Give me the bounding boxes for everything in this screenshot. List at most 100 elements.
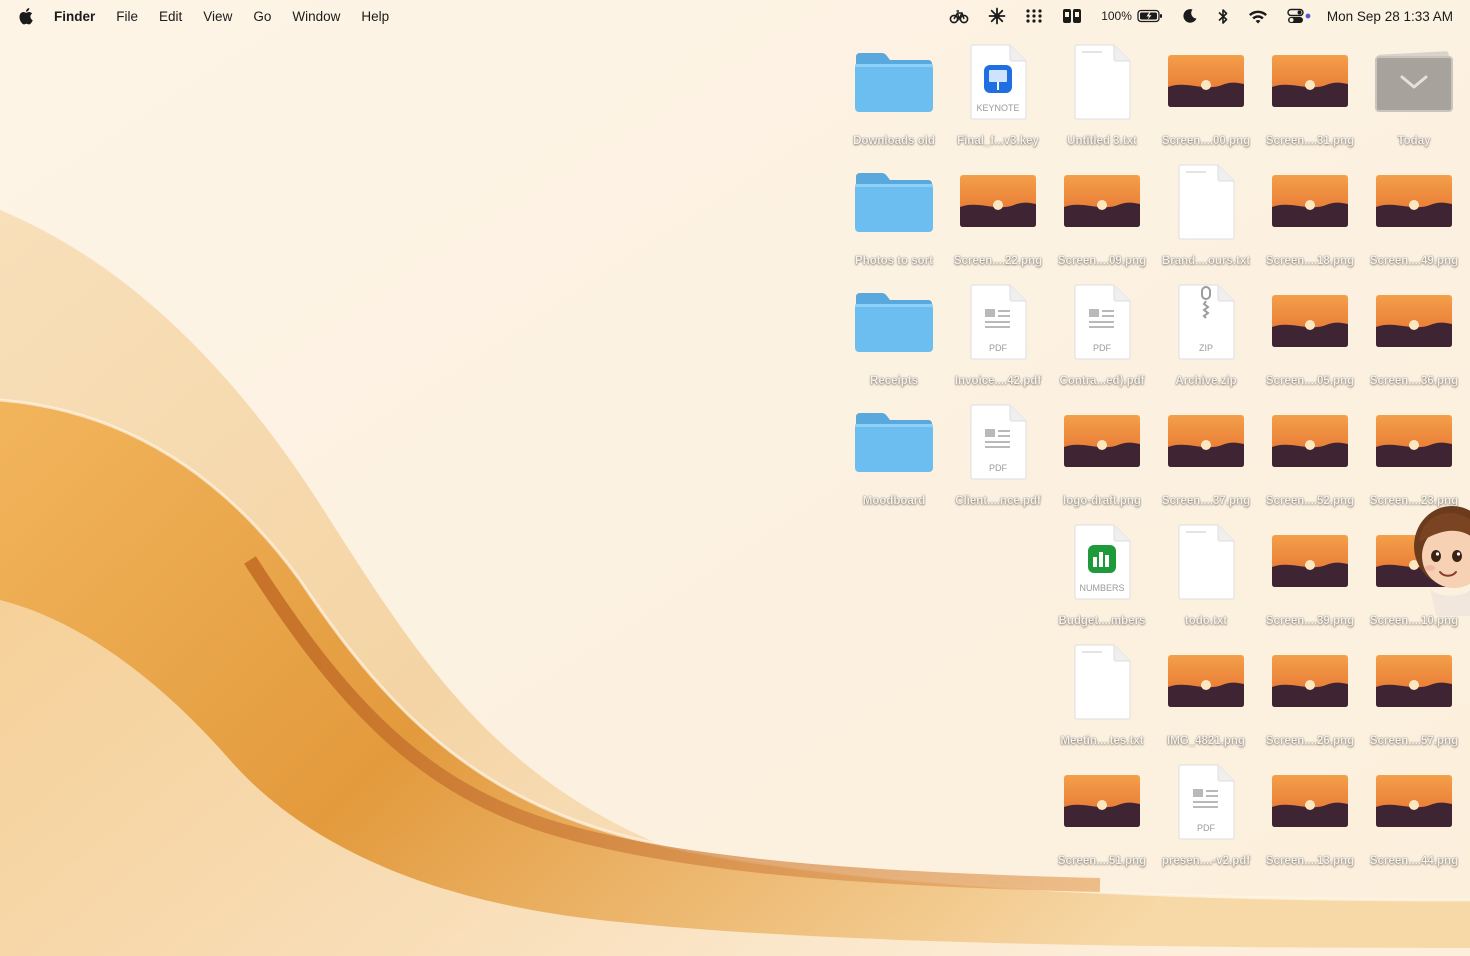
png-icon [1156,642,1256,722]
png-item[interactable]: Screen....49.png [1362,158,1466,278]
menu-help[interactable]: Help [361,9,389,24]
bluetooth-icon[interactable] [1217,8,1229,25]
item-label: Screen....13.png [1265,855,1355,867]
item-label: logo-draft.png [1063,495,1141,507]
item-label: Screen....36.png [1369,375,1459,387]
sparkle-icon[interactable] [988,7,1006,25]
png-item[interactable]: Screen....37.png [1154,398,1258,518]
txt-item[interactable]: Untitled 3.txt [1050,38,1154,158]
png-icon [1364,162,1464,242]
txt-item[interactable]: Brand....ours.txt [1154,158,1258,278]
txt-icon [1156,162,1256,242]
pdf-item[interactable]: PDF Contra...ed).pdf [1050,278,1154,398]
battery-charging-icon[interactable] [1137,9,1163,23]
menu-bar-clock[interactable]: Mon Sep 28 1:33 AM [1327,9,1453,24]
item-label: IMG_4821.png [1167,735,1245,747]
item-label: Final_f...v3.key [957,135,1039,147]
pdf-icon: PDF [1156,762,1256,842]
png-icon [1364,762,1464,842]
png-item[interactable]: Screen....13.png [1258,758,1362,878]
item-label: Today [1397,135,1431,147]
txt-item[interactable]: todo.txt [1154,518,1258,638]
svg-text:PDF: PDF [1197,823,1216,833]
folder-item[interactable]: Downloads old [842,38,946,158]
png-item[interactable]: Screen....44.png [1362,758,1466,878]
keynote-icon: KEYNOTE [948,42,1048,122]
png-item[interactable]: Screen....52.png [1258,398,1362,518]
control-center-icon[interactable] [1287,8,1311,24]
item-label: Invoice....42.pdf [954,375,1042,387]
png-icon [1260,162,1360,242]
folder-item[interactable]: Moodboard [842,398,946,518]
png-item[interactable]: Screen....26.png [1258,638,1362,758]
menu-window[interactable]: Window [292,9,340,24]
item-label: Budget....mbers [1058,615,1146,627]
window-tiling-icon[interactable] [1062,8,1082,24]
item-label: Photos to sort [855,255,933,267]
txt-item[interactable]: Meetin....tes.txt [1050,638,1154,758]
svg-text:PDF: PDF [989,463,1008,473]
item-label: Downloads old [853,135,935,147]
png-item[interactable]: Screen....18.png [1258,158,1362,278]
png-item[interactable]: Screen....22.png [946,158,1050,278]
item-label: Screen....57.png [1369,735,1459,747]
png-icon [1364,642,1464,722]
item-label: Screen....31.png [1265,135,1355,147]
grid-dots-icon[interactable] [1025,8,1043,24]
pdf-item[interactable]: PDF Client....nce.pdf [946,398,1050,518]
txt-icon [1052,42,1152,122]
svg-text:KEYNOTE: KEYNOTE [976,103,1019,113]
apple-menu-icon[interactable] [18,7,34,25]
folder-item[interactable]: Receipts [842,278,946,398]
png-item[interactable]: Screen....51.png [1050,758,1154,878]
numbers-icon: NUMBERS [1052,522,1152,602]
item-label: Contra...ed).pdf [1059,375,1145,387]
item-label: Moodboard [862,495,926,507]
item-label: Screen....00.png [1161,135,1251,147]
menu-edit[interactable]: Edit [159,9,182,24]
txt-icon [1052,642,1152,722]
png-item[interactable]: Screen....31.png [1258,38,1362,158]
menu-bar: Finder File Edit View Go Window Help 100… [0,0,1470,32]
do-not-disturb-icon[interactable] [1182,8,1198,24]
pdf-item[interactable]: PDF Invoice....42.pdf [946,278,1050,398]
png-icon [1260,522,1360,602]
png-item[interactable]: Screen....57.png [1362,638,1466,758]
png-icon [1260,642,1360,722]
item-label: Screen....44.png [1369,855,1459,867]
numbers-item[interactable]: NUMBERS Budget....mbers [1050,518,1154,638]
item-label: Screen....52.png [1265,495,1355,507]
png-item[interactable]: IMG_4821.png [1154,638,1258,758]
png-icon [948,162,1048,242]
bike-icon[interactable] [949,8,969,24]
item-label: Screen....26.png [1265,735,1355,747]
keynote-item[interactable]: KEYNOTE Final_f...v3.key [946,38,1050,158]
menu-app-finder[interactable]: Finder [54,9,95,24]
item-label: presen....-v2.pdf [1161,855,1251,867]
pdf-icon: PDF [948,402,1048,482]
png-icon [1052,762,1152,842]
menu-go[interactable]: Go [253,9,271,24]
item-label: Screen....05.png [1265,375,1355,387]
svg-text:PDF: PDF [1093,343,1112,353]
svg-text:NUMBERS: NUMBERS [1079,583,1124,593]
stack-item[interactable]: Today [1362,38,1466,158]
menu-file[interactable]: File [116,9,138,24]
png-item[interactable]: logo-draft.png [1050,398,1154,518]
pdf-item[interactable]: PDF presen....-v2.pdf [1154,758,1258,878]
item-label: Screen....49.png [1369,255,1459,267]
png-item[interactable]: Screen....09.png [1050,158,1154,278]
wifi-icon[interactable] [1248,9,1268,24]
png-item[interactable]: Screen....39.png [1258,518,1362,638]
desktop-icons: Downloads old KEYNOTE Final_f...v3.key U… [0,0,1470,956]
menu-view[interactable]: View [203,9,232,24]
zip-item[interactable]: ZIP Archive.zip [1154,278,1258,398]
folder-icon [844,162,944,242]
item-label: Screen....10.png [1369,615,1459,627]
folder-item[interactable]: Photos to sort [842,158,946,278]
png-icon [1156,42,1256,122]
png-item[interactable]: Screen....00.png [1154,38,1258,158]
png-item[interactable]: Screen....36.png [1362,278,1466,398]
png-item[interactable]: Screen....05.png [1258,278,1362,398]
png-icon [1260,42,1360,122]
